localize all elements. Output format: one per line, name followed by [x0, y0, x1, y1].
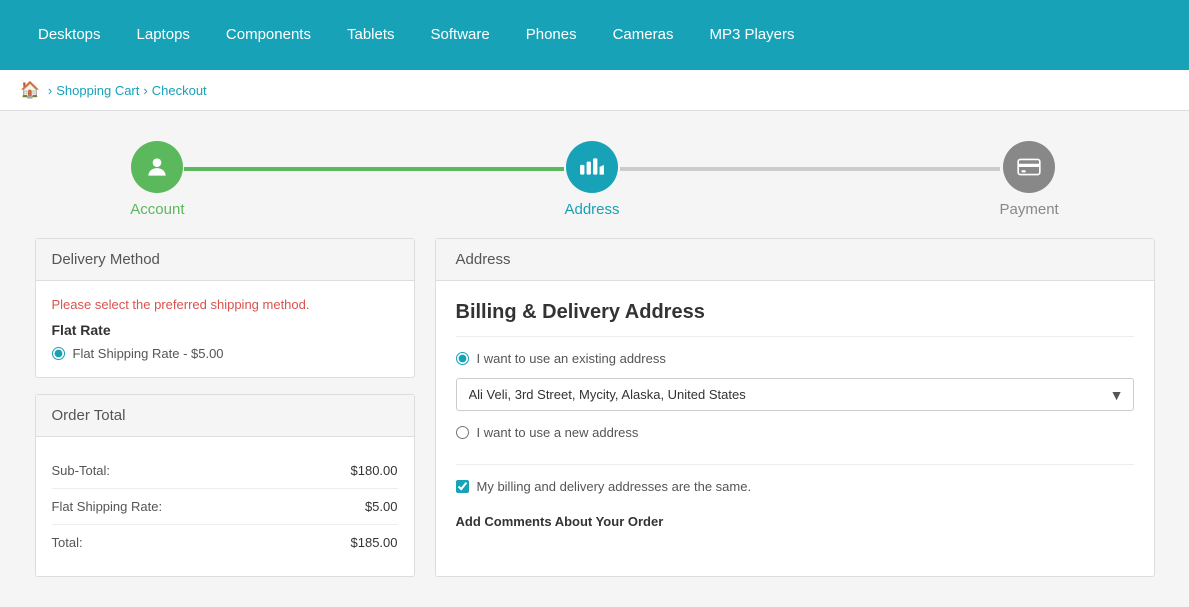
step-payment: Payment	[1000, 141, 1059, 218]
nav-bar: Desktops Laptops Components Tablets Soft…	[0, 0, 1189, 70]
address-body: Billing & Delivery Address I want to use…	[436, 281, 1154, 557]
subtotal-label: Sub-Total:	[52, 463, 111, 478]
checkout-steps: Account Address Payment	[0, 111, 1189, 238]
total-label: Total:	[52, 535, 83, 550]
order-total-header: Order Total	[36, 395, 414, 437]
step-payment-label: Payment	[1000, 201, 1059, 218]
step-account-circle	[131, 141, 183, 193]
nav-item-desktops[interactable]: Desktops	[20, 0, 119, 70]
nav-item-laptops[interactable]: Laptops	[119, 0, 208, 70]
nav-item-cameras[interactable]: Cameras	[595, 0, 692, 70]
new-address-label: I want to use a new address	[477, 425, 639, 440]
new-address-radio[interactable]	[456, 426, 469, 439]
new-address-option[interactable]: I want to use a new address	[456, 425, 1134, 440]
nav-item-phones[interactable]: Phones	[508, 0, 595, 70]
flat-rate-radio[interactable]	[52, 347, 65, 360]
delivery-note: Please select the preferred shipping met…	[52, 297, 398, 312]
step-address-circle	[566, 141, 618, 193]
subtotal-amount: $180.00	[351, 463, 398, 478]
order-row-shipping: Flat Shipping Rate: $5.00	[52, 489, 398, 525]
flat-rate-label: Flat Rate	[52, 322, 398, 338]
nav-item-software[interactable]: Software	[413, 0, 508, 70]
step-account-label: Account	[130, 201, 184, 218]
breadcrumb: 🏠 › Shopping Cart › Checkout	[0, 70, 1189, 111]
nav-item-components[interactable]: Components	[208, 0, 329, 70]
address-select[interactable]: Ali Veli, 3rd Street, Mycity, Alaska, Un…	[456, 378, 1134, 411]
order-row-subtotal: Sub-Total: $180.00	[52, 453, 398, 489]
home-icon[interactable]: 🏠	[20, 80, 40, 100]
delivery-method-body: Please select the preferred shipping met…	[36, 281, 414, 377]
order-total-panel: Order Total Sub-Total: $180.00 Flat Ship…	[35, 394, 415, 577]
nav-item-tablets[interactable]: Tablets	[329, 0, 413, 70]
flat-rate-option[interactable]: Flat Shipping Rate - $5.00	[52, 346, 398, 361]
same-address-checkbox-row[interactable]: My billing and delivery addresses are th…	[456, 479, 1134, 494]
same-address-label: My billing and delivery addresses are th…	[477, 479, 752, 494]
step-line-2	[620, 167, 1000, 171]
right-panel: Address Billing & Delivery Address I wan…	[435, 238, 1155, 577]
existing-address-label: I want to use an existing address	[477, 351, 666, 366]
step-line-1	[184, 167, 564, 171]
address-header: Address	[436, 239, 1154, 281]
breadcrumb-shopping-cart[interactable]: Shopping Cart	[56, 83, 139, 98]
shipping-amount: $5.00	[365, 499, 398, 514]
existing-address-option[interactable]: I want to use an existing address	[456, 351, 1134, 366]
same-address-checkbox[interactable]	[456, 480, 469, 493]
flat-rate-text: Flat Shipping Rate - $5.00	[73, 346, 224, 361]
left-panel: Delivery Method Please select the prefer…	[35, 238, 415, 577]
delivery-method-header: Delivery Method	[36, 239, 414, 281]
step-address: Address	[564, 141, 619, 218]
existing-address-radio[interactable]	[456, 352, 469, 365]
step-payment-circle	[1003, 141, 1055, 193]
order-total-body: Sub-Total: $180.00 Flat Shipping Rate: $…	[36, 437, 414, 576]
step-address-label: Address	[564, 201, 619, 218]
sep2: ›	[143, 83, 147, 98]
main-content: Delivery Method Please select the prefer…	[15, 238, 1175, 597]
delivery-method-panel: Delivery Method Please select the prefer…	[35, 238, 415, 378]
address-select-wrap: Ali Veli, 3rd Street, Mycity, Alaska, Un…	[456, 378, 1134, 411]
total-amount: $185.00	[351, 535, 398, 550]
billing-delivery-title: Billing & Delivery Address	[456, 301, 1134, 337]
comments-label: Add Comments About Your Order	[456, 514, 1134, 529]
breadcrumb-checkout: Checkout	[152, 83, 207, 98]
sep1: ›	[48, 83, 52, 98]
step-account: Account	[130, 141, 184, 218]
shipping-label: Flat Shipping Rate:	[52, 499, 163, 514]
nav-item-mp3[interactable]: MP3 Players	[691, 0, 812, 70]
order-row-total: Total: $185.00	[52, 525, 398, 560]
